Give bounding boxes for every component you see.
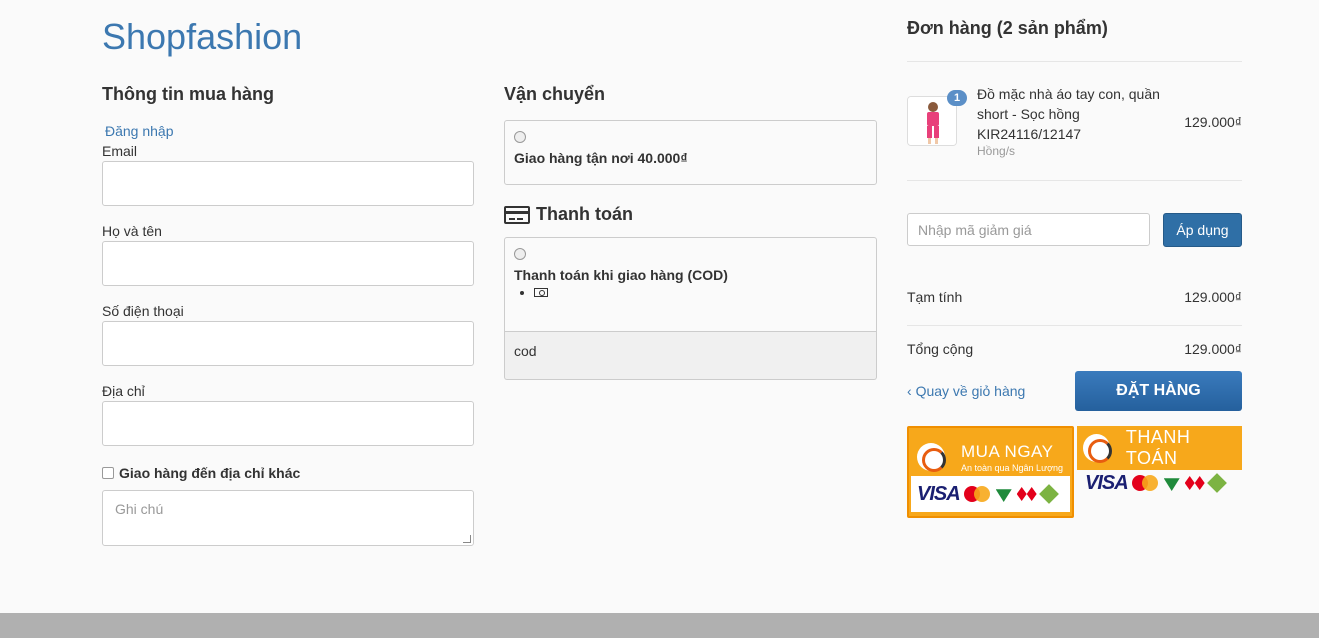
order-actions: ‹ Quay về giỏ hàng ĐẶT HÀNG [907,371,1242,411]
address-group: Địa chỉ [102,383,474,446]
ship-other-address-row: Giao hàng đến địa chỉ khác [102,463,474,483]
product-price: 129.000₫ [1184,114,1242,130]
vietcombank-icon [1163,478,1180,491]
bidv-icon [1038,484,1059,504]
order-summary: Đơn hàng (2 sản phẩm) 1 Đồ mặc nhà áo ta… [907,16,1242,518]
phone-field[interactable] [102,321,474,366]
payment-heading: Thanh toán [504,204,877,225]
card-logos: VISA [911,476,1071,512]
payment-title: Thanh toán [536,204,633,224]
discount-code-input[interactable]: Nhập mã giảm giá [907,213,1150,246]
fullname-field[interactable] [102,241,474,286]
address-label: Địa chỉ [102,383,145,399]
buy-now-nganluong-badge[interactable]: MUA NGAY An toàn qua Ngân Lượng VISA [907,426,1075,518]
discount-row: Nhập mã giảm giá Áp dụng [907,213,1242,247]
payment-option[interactable]: Thanh toán khi giao hàng (COD) [504,237,877,332]
payment-badges: MUA NGAY An toàn qua Ngân Lượng VISA THA… [907,426,1242,518]
email-field[interactable] [102,161,474,206]
card-logos: VISA [1077,470,1242,496]
place-order-button[interactable]: ĐẶT HÀNG [1075,371,1242,411]
email-label: Email [102,143,138,159]
shipping-payment-section: Vận chuyển Giao hàng tận nơi 40.000₫ Tha… [504,84,877,380]
shipping-radio[interactable] [514,131,526,143]
divider [907,325,1242,326]
buyer-info-section: Thông tin mua hàng Đăng nhập Email Họ và… [102,84,474,546]
mastercard-icon [963,486,990,502]
bullet-icon [520,290,524,295]
fullname-label: Họ và tên [102,223,162,239]
order-title: Đơn hàng (2 sản phẩm) [907,18,1108,38]
buy-now-title: MUA NGAY [961,441,1054,461]
mastercard-icon [1131,475,1158,491]
payment-detail: cod [504,332,877,380]
subtotal-row: Tạm tính 129.000₫ [907,289,1242,305]
payment-method-list-item [514,288,867,297]
quantity-badge: 1 [947,90,967,106]
total-value: 129.000₫ [1184,341,1242,357]
chevron-left-icon: ‹ [907,383,912,399]
divider [907,180,1242,181]
buyer-info-title: Thông tin mua hàng [102,84,274,104]
payment-radio[interactable] [514,248,526,260]
apply-discount-button[interactable]: Áp dụng [1163,213,1242,247]
visa-logo: VISA [917,482,961,505]
product-name: Đồ mặc nhà áo tay con, quần short - Sọc … [977,86,1160,142]
ship-other-address-checkbox[interactable] [102,467,114,479]
note-placeholder: Ghi chú [115,501,164,517]
cash-icon [534,288,548,297]
shipping-option[interactable]: Giao hàng tận nơi 40.000₫ [504,120,877,185]
discount-placeholder: Nhập mã giảm giá [918,221,1032,238]
techcombank-icon [1184,476,1205,490]
back-to-cart-label: Quay về giỏ hàng [915,383,1026,399]
pay-nganluong-badge[interactable]: THANH TOÁN VISA [1077,426,1242,496]
footer-bar [0,613,1319,638]
address-field[interactable] [102,401,474,446]
subtotal-value: 129.000₫ [1184,289,1242,305]
vietcombank-icon [995,489,1012,502]
bidv-icon [1206,473,1227,493]
payment-option-label: Thanh toán khi giao hàng (COD) [514,267,728,283]
shop-logo[interactable]: Shopfashion [102,16,302,58]
nganluong-logo-icon [1083,434,1112,463]
visa-logo: VISA [1085,471,1129,494]
total-label: Tổng cộng [907,341,974,357]
ship-other-address-label[interactable]: Giao hàng đến địa chỉ khác [119,465,300,481]
resize-grip-icon[interactable] [463,535,471,543]
shipping-title: Vận chuyển [504,84,606,104]
email-group: Email [102,143,474,206]
login-link[interactable]: Đăng nhập [105,123,474,143]
note-textarea[interactable]: Ghi chú [102,490,474,546]
fullname-group: Họ và tên [102,223,474,286]
back-to-cart-link[interactable]: ‹ Quay về giỏ hàng [907,383,1025,399]
buy-now-subtitle: An toàn qua Ngân Lượng [961,462,1064,473]
shipping-option-label: Giao hàng tận nơi 40.000₫ [514,150,688,166]
phone-group: Số điện thoại [102,303,474,366]
nganluong-logo-icon [917,443,946,472]
order-item: 1 Đồ mặc nhà áo tay con, quần short - Sọ… [907,62,1242,180]
pay-title: THANH TOÁN [1125,427,1191,468]
product-variant: Hồng/s [977,144,1016,158]
credit-card-icon [504,205,530,224]
phone-label: Số điện thoại [102,303,184,319]
subtotal-label: Tạm tính [907,289,963,305]
total-row: Tổng cộng 129.000₫ [907,341,1242,357]
techcombank-icon [1016,487,1037,501]
